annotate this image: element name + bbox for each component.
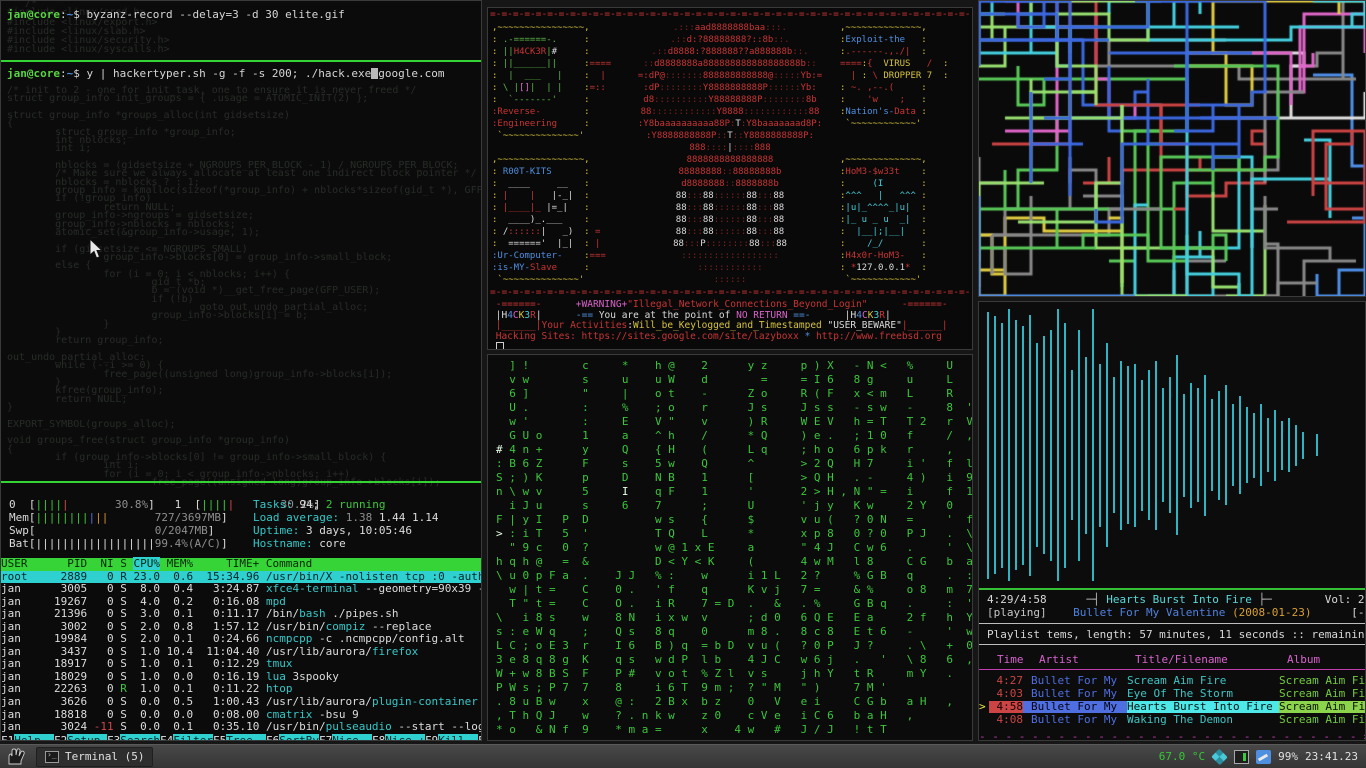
fkey[interactable]: F5 xyxy=(213,734,226,741)
fkey[interactable]: F2 xyxy=(54,734,67,741)
now-playing-line-1: 4:29/4:58 ─┤ Hearts Burst Into Fire ├─ V… xyxy=(987,594,1359,606)
fkey[interactable]: F6 xyxy=(266,734,279,741)
banner-art-left-boxes: ,~~~~~~~~~~~~~~~~,: .-======-. :: ||H4CK… xyxy=(492,22,620,286)
command-line-2: jan@core:~$ y | hackertyper.sh -g -f -s … xyxy=(7,67,445,80)
volume-label: Vol: 22% xyxy=(1325,593,1366,606)
command-text-1: byzanz-record --delay=3 -d 30 elite.gif xyxy=(80,8,345,21)
fkey[interactable]: F3 xyxy=(107,734,120,741)
fkey[interactable]: F1 xyxy=(1,734,14,741)
playlist-row[interactable]: >4:58Bullet For MyHearts Burst Into Fire… xyxy=(979,701,1366,713)
htop-summary: Tasks: 94; 2 runningLoad average: 1.38 1… xyxy=(253,498,438,550)
song-artist: Bullet For My Valentine xyxy=(1073,606,1225,619)
playlist-row[interactable]: 4:03Bullet For MyEye Of The StormScream … xyxy=(979,688,1366,700)
playlist-info: Playlist tems, length: 57 minutes, 11 se… xyxy=(987,629,1359,641)
fkey-label[interactable]: Filter xyxy=(173,734,213,741)
banner-warning-footer: -======- +WARNING+"Illegal_Network_Conne… xyxy=(490,300,972,350)
command-line-1: jan@core:~$ byzanz-record --delay=3 -d 3… xyxy=(7,8,345,21)
banner-art-right-boxes: ,~~~~~~~~~~~~~~,:Exploit-the ::.------.,… xyxy=(840,22,972,286)
monitor-tray-icon[interactable] xyxy=(1234,750,1249,764)
battery-percent: 99% xyxy=(1278,750,1298,763)
fkey-label[interactable]: Search xyxy=(120,734,160,741)
fkey-label[interactable]: Setup xyxy=(67,734,107,741)
fkey[interactable]: F8 xyxy=(372,734,385,741)
fkey-label[interactable]: Help xyxy=(14,734,54,741)
taskbar-window-button[interactable]: Terminal (5) xyxy=(36,747,153,767)
fkey-label[interactable]: Tree xyxy=(226,734,266,741)
visualizer-separator xyxy=(979,588,1366,590)
clipboard-tray-icon[interactable] xyxy=(1256,750,1271,764)
hacker-banner-window[interactable]: =-=-=-=-=-=-=-=-=-=-=-=-=-=-=-=-=-=-=-=-… xyxy=(487,7,973,350)
command-text-2: y | hackertyper.sh -g -f -s 200; ./hack.… xyxy=(80,67,371,80)
separator-line xyxy=(1,60,482,62)
terminal-window-left[interactable]: /* #include <linux/cred.h> #include <lin… xyxy=(0,0,482,741)
matrix-rain: ] ! c * h @ 2 y z p ) X - N < % U Q v w … xyxy=(496,359,973,737)
fkey[interactable]: F7 xyxy=(319,734,332,741)
elapsed-time: 4:29/4:58 xyxy=(987,593,1047,606)
now-playing-line-2: [playing] Bullet For My Valentine (2008-… xyxy=(987,607,1359,619)
song-title: Hearts Burst Into Fire xyxy=(1106,593,1252,606)
playlist-scroll-indicator: - - - - - - - - - - - - - - - - - - - - … xyxy=(979,730,1366,741)
htop-function-keys[interactable]: F1Help F2Setup F3SearchF4FilterF5Tree F6… xyxy=(1,734,482,741)
fkey-label[interactable]: Kill xyxy=(438,734,478,741)
audio-visualizer xyxy=(987,306,1359,584)
mouse-cursor xyxy=(89,239,105,261)
banner-border-top: =-=-=-=-=-=-=-=-=-=-=-=-=-=-=-=-=-=-=-=-… xyxy=(490,10,972,21)
ncmpcpp-window[interactable]: 4:29/4:58 ─┤ Hearts Burst Into Fire ├─ V… xyxy=(978,301,1366,741)
temperature-readout: 67.0 °C xyxy=(1159,750,1205,763)
playlist-row[interactable]: 4:27Bullet For MyScream Aim FireScream A… xyxy=(979,675,1366,687)
playlist-header: TimeArtistTitle/FilenameAlbum xyxy=(987,654,1359,666)
pipes-art xyxy=(979,1,1365,296)
htop-process-table[interactable]: USER PID NI S CPU% MEM% TIME+ Commandroo… xyxy=(1,558,482,734)
fkey-label[interactable]: Nice - xyxy=(332,734,372,741)
fkey-label[interactable]: SortBy xyxy=(279,734,319,741)
separator xyxy=(979,644,1366,645)
banner-cursor xyxy=(496,342,504,350)
taskbar[interactable]: Terminal (5) 67.0 °C 99% 23:41.23 xyxy=(0,744,1366,768)
fkey-label[interactable]: Nice + xyxy=(385,734,425,741)
playlist-header-underline xyxy=(979,669,1366,670)
banner-skull-art: .:::aad8888888baa:::..::d:?88888888?::8b… xyxy=(620,22,840,286)
table-row[interactable]: jan 3024 -11 S 0.0 0.1 0:35.10 /usr/bin/… xyxy=(1,721,482,734)
fkey[interactable]: F10 xyxy=(478,734,482,741)
pipes-window[interactable] xyxy=(978,0,1366,297)
separator xyxy=(979,623,1366,624)
song-date: (2008-01-23) xyxy=(1232,606,1311,619)
clock: 23:41.23 xyxy=(1305,750,1358,763)
playlist-row[interactable]: 4:08Bullet For MyWaking The DemonScream … xyxy=(979,714,1366,726)
banner-border-bottom: =-=-=-=-=-=-=-=-=-=-=-=-=-=-=-=-=-=-=-=-… xyxy=(490,288,972,299)
network-tray-icon[interactable] xyxy=(1211,748,1227,764)
progress-bar: [------] xyxy=(1351,606,1366,619)
grab-hand-icon[interactable] xyxy=(6,748,28,766)
prompt-user: jan@core xyxy=(7,8,60,21)
separator-line-2 xyxy=(1,481,482,483)
system-tray[interactable]: 67.0 °C 99% 23:41.23 xyxy=(1159,750,1366,764)
player-state: [playing] xyxy=(987,606,1047,619)
fkey[interactable]: F9 xyxy=(425,734,438,741)
cmatrix-window[interactable]: ] ! c * h @ 2 y z p ) X - N < % U Q v w … xyxy=(487,354,973,741)
taskbar-window-label: Terminal (5) xyxy=(65,750,144,763)
terminal-icon xyxy=(45,751,59,763)
kernel-code-listing: /* init to 2 - one for init_task, one to… xyxy=(7,87,482,488)
fkey[interactable]: F4 xyxy=(160,734,173,741)
